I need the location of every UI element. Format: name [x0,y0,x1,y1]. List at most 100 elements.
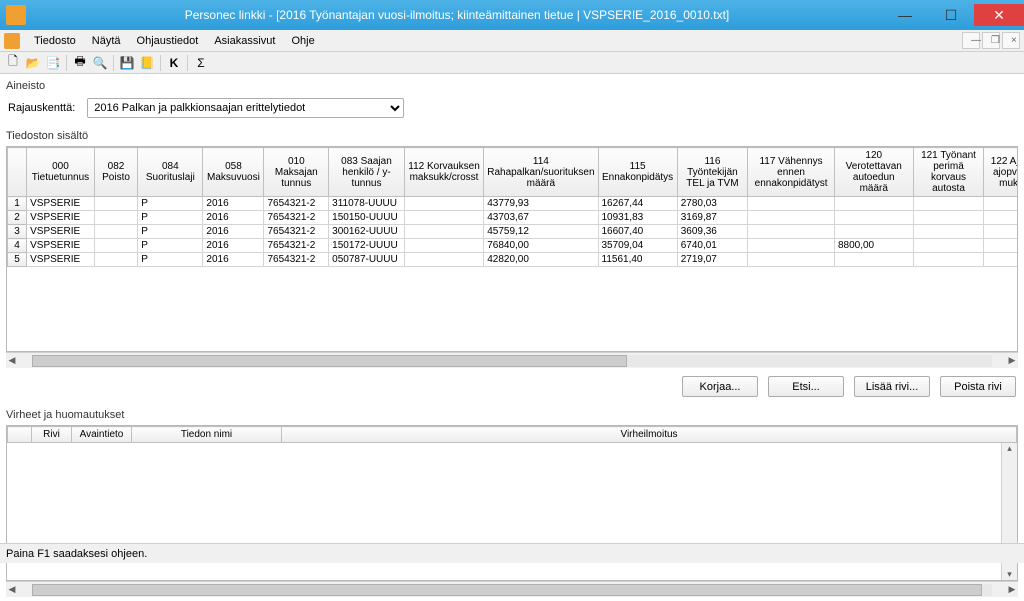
cell[interactable]: VSPSERIE [27,253,95,267]
cell[interactable]: VSPSERIE [27,239,95,253]
cell[interactable]: VSPSERIE [27,225,95,239]
cell[interactable] [913,197,984,211]
cell[interactable]: 3609,36 [677,225,747,239]
cell[interactable] [94,211,138,225]
column-header[interactable]: Tiedon nimi [132,427,282,443]
column-header[interactable]: 115 Ennakonpidätys [598,148,677,197]
save-icon[interactable]: 💾 [118,54,136,72]
minimize-button[interactable]: — [882,4,928,26]
cell[interactable]: 8800,00 [834,239,913,253]
cell[interactable] [984,253,1018,267]
cell[interactable] [984,211,1018,225]
column-header[interactable]: 010 Maksajan tunnus [264,148,329,197]
cell[interactable]: P [138,253,203,267]
scroll-thumb[interactable] [32,355,627,367]
menu-tiedosto[interactable]: Tiedosto [26,33,84,49]
cell[interactable]: 45759,12 [484,225,598,239]
scroll-thumb[interactable] [32,584,982,596]
cell[interactable]: 300162-UUUU [329,225,405,239]
maximize-button[interactable]: ☐ [928,4,974,26]
cell[interactable]: 11561,40 [598,253,677,267]
table-row[interactable]: 1VSPSERIEP20167654321-2311078-UUUU43779,… [8,197,1019,211]
template-icon[interactable]: 📑 [44,54,62,72]
row-header[interactable]: 5 [8,253,27,267]
cell[interactable]: 35709,04 [598,239,677,253]
cell[interactable] [748,211,835,225]
cell[interactable]: 42820,00 [484,253,598,267]
cell[interactable] [94,197,138,211]
menu-ohjaustiedot[interactable]: Ohjaustiedot [129,33,207,49]
column-header[interactable] [8,148,27,197]
cell[interactable] [984,225,1018,239]
cell[interactable] [404,239,483,253]
cell[interactable] [748,197,835,211]
cell[interactable]: 2719,07 [677,253,747,267]
column-header[interactable]: Virheilmoitus [282,427,1017,443]
cell[interactable]: P [138,239,203,253]
table-row[interactable]: 4VSPSERIEP20167654321-2150172-UUUU76840,… [8,239,1019,253]
cell[interactable] [748,225,835,239]
column-header[interactable]: 082 Poisto [94,148,138,197]
cell[interactable]: 7654321-2 [264,253,329,267]
cell[interactable]: 3169,87 [677,211,747,225]
column-header[interactable]: 112 Korvauksen maksukk/crosst [404,148,483,197]
cell[interactable]: 6740,01 [677,239,747,253]
cell[interactable]: 311078-UUUU [329,197,405,211]
cell[interactable]: P [138,225,203,239]
data-grid-container[interactable]: 000 Tietuetunnus082 Poisto084 Suoritusla… [6,146,1018,352]
scroll-left-icon[interactable]: ◀ [6,355,18,366]
mdi-minimize-button[interactable]: — [962,32,980,49]
cell[interactable] [748,239,835,253]
cell[interactable]: 43779,93 [484,197,598,211]
cell[interactable] [913,211,984,225]
data-grid[interactable]: 000 Tietuetunnus082 Poisto084 Suoritusla… [7,147,1018,267]
menu-asiakassivut[interactable]: Asiakassivut [206,33,283,49]
cell[interactable] [834,225,913,239]
column-header[interactable]: Avaintieto [72,427,132,443]
new-file-icon[interactable]: 🗋 [4,54,22,72]
mdi-close-button[interactable]: × [1002,32,1020,49]
column-header[interactable]: 084 Suorituslaji [138,148,203,197]
cell[interactable]: 76840,00 [484,239,598,253]
cell[interactable]: 2016 [203,211,264,225]
column-header[interactable]: 120 Verotettavan autoedun määrä [834,148,913,197]
cell[interactable] [834,211,913,225]
cell[interactable] [984,197,1018,211]
cell[interactable] [404,197,483,211]
column-header[interactable]: 000 Tietuetunnus [27,148,95,197]
cell[interactable]: 2016 [203,197,264,211]
errors-horizontal-scrollbar[interactable]: ◀ ▶ [6,581,1018,597]
cell[interactable]: 150172-UUUU [329,239,405,253]
cell[interactable] [834,197,913,211]
cell[interactable]: 16607,40 [598,225,677,239]
scroll-right-icon[interactable]: ▶ [1006,355,1018,366]
column-header[interactable] [8,427,32,443]
lisaa-rivi-button[interactable]: Lisää rivi... [854,376,930,397]
column-header[interactable]: 121 Työnant perimä korvaus autosta [913,148,984,197]
column-header[interactable]: 083 Saajan henkilö / y-tunnus [329,148,405,197]
cell[interactable]: 2016 [203,253,264,267]
sum-button[interactable]: Σ [192,54,210,72]
save-yellow-icon[interactable]: 📒 [138,54,156,72]
cell[interactable] [94,253,138,267]
mdi-restore-button[interactable]: ❐ [982,32,1000,49]
cell[interactable]: 050787-UUUU [329,253,405,267]
horizontal-scrollbar[interactable]: ◀ ▶ [6,352,1018,368]
scroll-right-icon[interactable]: ▶ [1006,584,1018,595]
cell[interactable] [913,253,984,267]
cell[interactable]: 7654321-2 [264,225,329,239]
cell[interactable] [404,211,483,225]
cell[interactable] [913,225,984,239]
cell[interactable]: P [138,197,203,211]
cell[interactable]: P [138,211,203,225]
preview-icon[interactable]: 🔍 [91,54,109,72]
open-file-icon[interactable]: 📂 [24,54,42,72]
k-button[interactable]: K [165,54,183,72]
cell[interactable] [94,239,138,253]
table-row[interactable]: 5VSPSERIE P20167654321-2050787-UUUU 42820,… [8,253,1019,267]
column-header[interactable]: 114 Rahapalkan/suorituksen määrä [484,148,598,197]
poista-rivi-button[interactable]: Poista rivi [940,376,1016,397]
row-header[interactable]: 3 [8,225,27,239]
scroll-down-icon[interactable]: ▾ [1002,569,1017,580]
menu-ohje[interactable]: Ohje [283,33,322,49]
